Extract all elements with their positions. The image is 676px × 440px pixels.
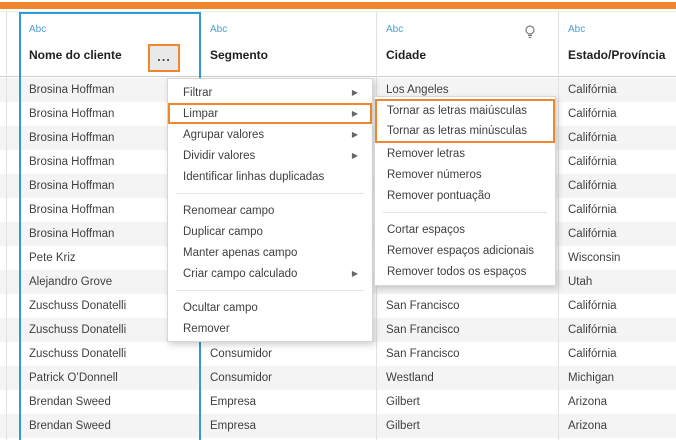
menu-item-ocultar-campo[interactable]: Ocultar campo	[168, 297, 372, 318]
submenu-item-tornar-maiusculas[interactable]: Tornar as letras maiúsculas	[377, 101, 553, 121]
menu-item-label: Renomear campo	[183, 205, 274, 217]
column-header-estado-provincia[interactable]: Abc Estado/Província	[558, 12, 676, 76]
column-header-nome-do-cliente[interactable]: Abc Nome do cliente ...	[19, 12, 200, 76]
highlighted-submenu-group: Tornar as letras maiúsculas Tornar as le…	[375, 99, 555, 143]
table-cell[interactable]: Califórnia	[558, 318, 676, 342]
table-cell[interactable]: Empresa	[200, 414, 376, 438]
menu-item-label: Manter apenas campo	[183, 247, 297, 259]
table-cell[interactable]: Califórnia	[558, 150, 676, 174]
menu-item-renomear-campo[interactable]: Renomear campo	[168, 200, 372, 221]
submenu-arrow-icon: ▶	[352, 269, 362, 278]
submenu-item-remover-todos-os-espacos[interactable]: Remover todos os espaços	[375, 261, 555, 282]
column-title: Segmento	[210, 48, 268, 62]
table-cell[interactable]: Arizona	[558, 390, 676, 414]
table-cell[interactable]: Califórnia	[558, 222, 676, 246]
menu-item-agrupar-valores[interactable]: Agrupar valores ▶	[168, 124, 372, 145]
menu-item-label: Agrupar valores	[183, 129, 264, 141]
header-divider	[6, 12, 7, 78]
submenu-arrow-icon: ▶	[352, 130, 362, 139]
grid-header: Abc Nome do cliente ... Abc Segmento Abc…	[0, 11, 676, 77]
more-options-icon[interactable]: ...	[148, 44, 180, 72]
menu-item-criar-campo-calculado[interactable]: Criar campo calculado ▶	[168, 263, 372, 284]
table-cell[interactable]: Patrick O’Donnell	[19, 366, 200, 390]
menu-item-label: Dividir valores	[183, 150, 255, 162]
menu-item-identificar-linhas-duplicadas[interactable]: Identificar linhas duplicadas	[168, 166, 372, 187]
submenu-arrow-icon: ▶	[352, 109, 362, 118]
table-cell[interactable]: San Francisco	[376, 318, 558, 342]
submenu-arrow-icon: ▶	[352, 88, 362, 97]
submenu-item-cortar-espacos[interactable]: Cortar espaços	[375, 219, 555, 240]
table-cell[interactable]: Brendan Sweed	[19, 390, 200, 414]
table-cell[interactable]: Michigan	[558, 366, 676, 390]
menu-separator	[176, 290, 364, 291]
table-cell[interactable]: Califórnia	[558, 174, 676, 198]
menu-item-dividir-valores[interactable]: Dividir valores ▶	[168, 145, 372, 166]
table-cell[interactable]: Utah	[558, 270, 676, 294]
field-context-menu: Filtrar ▶ Limpar ▶ Agrupar valores ▶ Div…	[167, 78, 373, 342]
menu-item-remover[interactable]: Remover	[168, 318, 372, 339]
menu-separator	[176, 193, 364, 194]
menu-item-filtrar[interactable]: Filtrar ▶	[168, 82, 372, 103]
table-cell[interactable]: Califórnia	[558, 102, 676, 126]
column-title: Nome do cliente	[29, 48, 122, 62]
menu-item-label: Remover espaços adicionais	[387, 245, 534, 257]
field-type-label: Abc	[210, 24, 227, 35]
top-accent-bar	[0, 2, 676, 9]
menu-item-label: Remover	[183, 323, 230, 335]
menu-item-label: Identificar linhas duplicadas	[183, 171, 324, 183]
table-cell[interactable]: Gilbert	[376, 390, 558, 414]
table-cell[interactable]: Consumidor	[200, 342, 376, 366]
menu-item-label: Ocultar campo	[183, 302, 258, 314]
menu-item-label: Cortar espaços	[387, 224, 465, 236]
column-title: Cidade	[386, 48, 426, 62]
menu-item-label: Remover pontuação	[387, 190, 491, 202]
table-cell[interactable]: Califórnia	[558, 198, 676, 222]
column-header-segmento[interactable]: Abc Segmento	[200, 12, 376, 76]
field-type-label: Abc	[29, 24, 46, 35]
field-type-label: Abc	[568, 24, 585, 35]
menu-separator	[383, 212, 547, 213]
table-cell[interactable]: Consumidor	[200, 366, 376, 390]
submenu-arrow-icon: ▶	[352, 151, 362, 160]
table-cell[interactable]: Arizona	[558, 414, 676, 438]
table-cell[interactable]: San Francisco	[376, 294, 558, 318]
menu-item-label: Remover todos os espaços	[387, 266, 526, 278]
submenu-item-remover-numeros[interactable]: Remover números	[375, 164, 555, 185]
table-cell[interactable]: Empresa	[200, 390, 376, 414]
table-cell[interactable]: Westland	[376, 366, 558, 390]
table-cell[interactable]: Wisconsin	[558, 246, 676, 270]
table-cell[interactable]: Califórnia	[558, 126, 676, 150]
menu-item-label: Tornar as letras maiúsculas	[387, 105, 527, 117]
recommendation-lightbulb-icon[interactable]	[524, 24, 536, 40]
column-title: Estado/Província	[568, 48, 665, 62]
submenu-item-remover-letras[interactable]: Remover letras	[375, 143, 555, 164]
menu-item-label: Remover letras	[387, 148, 465, 160]
menu-item-label: Duplicar campo	[183, 226, 263, 238]
table-cell[interactable]: Zuschuss Donatelli	[19, 342, 200, 366]
submenu-item-tornar-minusculas[interactable]: Tornar as letras minúsculas	[377, 121, 553, 141]
menu-item-label: Filtrar	[183, 87, 212, 99]
table-cell[interactable]: Gilbert	[376, 414, 558, 438]
table-cell[interactable]: Califórnia	[558, 294, 676, 318]
menu-item-manter-apenas-campo[interactable]: Manter apenas campo	[168, 242, 372, 263]
table-cell[interactable]: San Francisco	[376, 342, 558, 366]
limpar-submenu: Tornar as letras maiúsculas Tornar as le…	[374, 96, 556, 286]
menu-item-duplicar-campo[interactable]: Duplicar campo	[168, 221, 372, 242]
menu-item-label: Criar campo calculado	[183, 268, 297, 280]
table-cell[interactable]: Califórnia	[558, 78, 676, 102]
field-type-label: Abc	[386, 24, 403, 35]
menu-item-label: Remover números	[387, 169, 482, 181]
column-header-cidade[interactable]: Abc Cidade	[376, 12, 558, 76]
table-cell[interactable]: Califórnia	[558, 342, 676, 366]
column-estado-provincia: Califórnia Califórnia Califórnia Califór…	[558, 78, 676, 438]
submenu-item-remover-espacos-adicionais[interactable]: Remover espaços adicionais	[375, 240, 555, 261]
menu-item-label: Limpar	[183, 108, 218, 120]
data-grid-pane: Brosina Hoffman Brosina Hoffman Brosina …	[0, 0, 676, 440]
menu-item-label: Tornar as letras minúsculas	[387, 125, 527, 137]
table-cell[interactable]: Brendan Sweed	[19, 414, 200, 438]
submenu-item-remover-pontuacao[interactable]: Remover pontuação	[375, 185, 555, 206]
menu-item-limpar[interactable]: Limpar ▶	[168, 103, 372, 124]
